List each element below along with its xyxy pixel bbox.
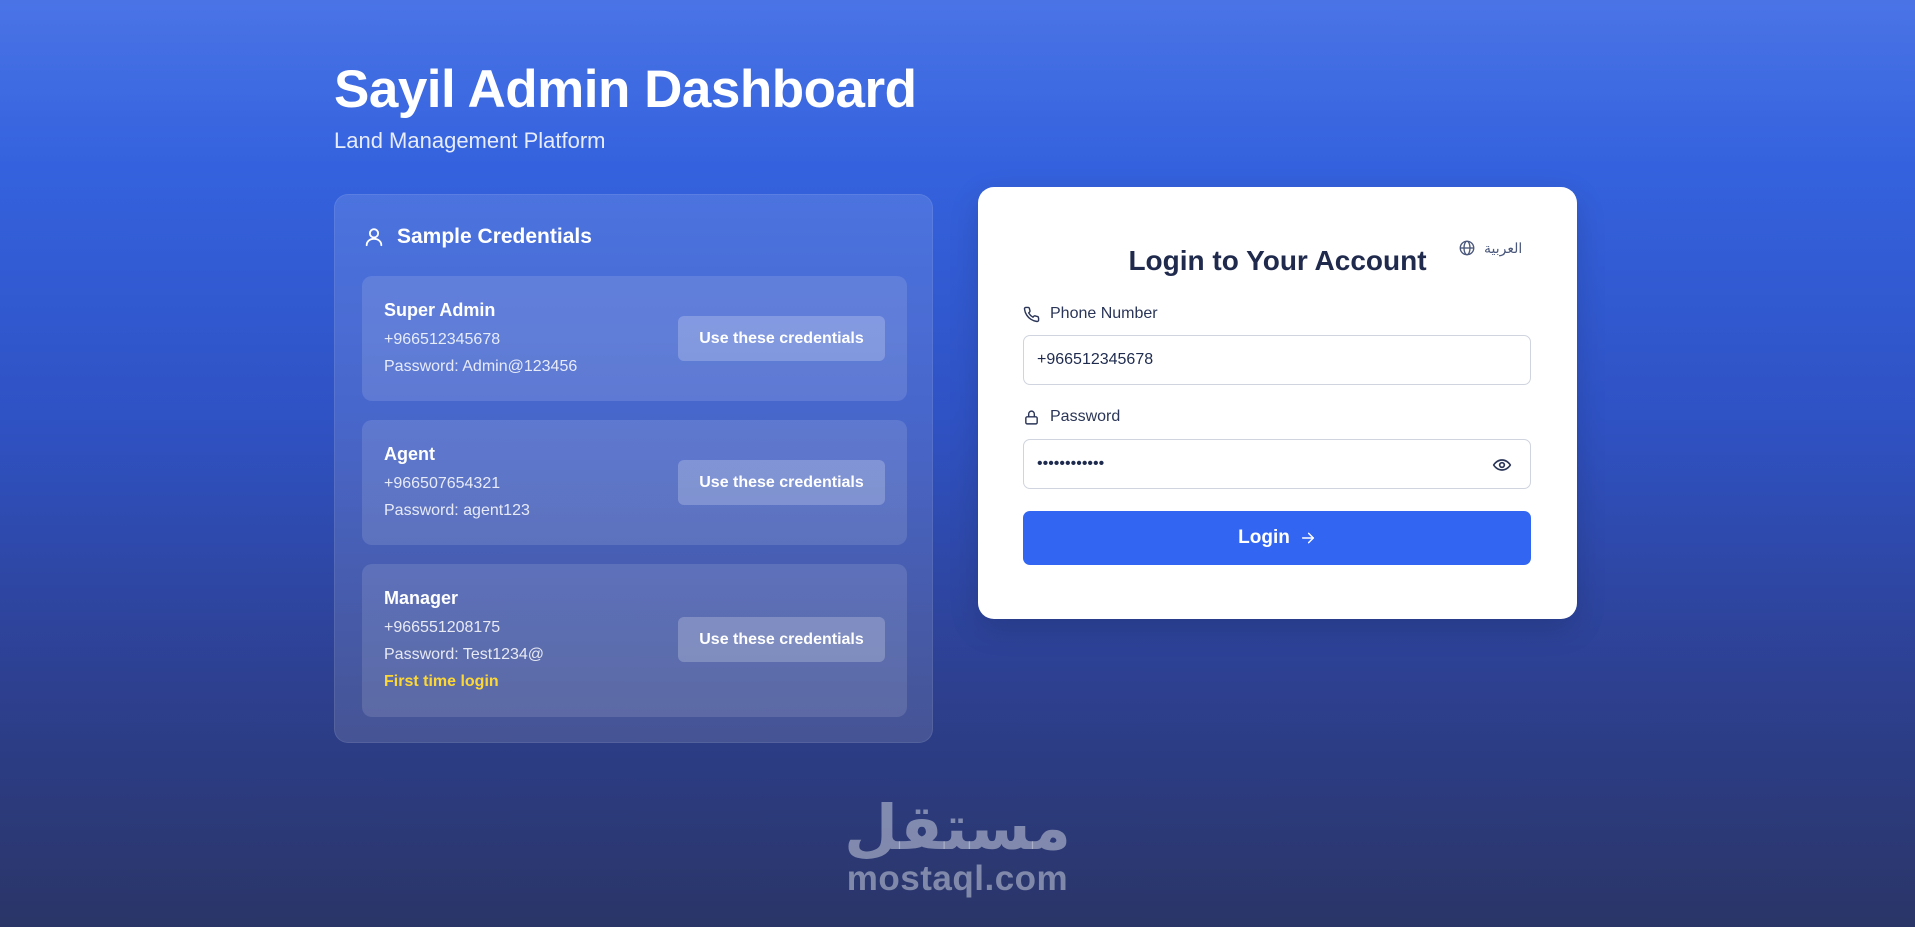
password-label: Password [1023, 408, 1120, 426]
credential-role: Manager [384, 588, 459, 608]
use-credentials-button-manager[interactable]: Use these credentials [678, 617, 885, 662]
credential-password: Password: Test1234@ [384, 646, 545, 663]
page-header: Sayil Admin Dashboard Land Management Pl… [334, 58, 917, 154]
sample-credentials-header: Sample Credentials [363, 225, 592, 249]
language-toggle[interactable]: العربية [1458, 239, 1522, 257]
watermark-logo: مستقل mostaql.com [840, 795, 1075, 897]
password-input[interactable] [1023, 439, 1531, 489]
credential-card-manager: Manager +966551208175 Password: Test1234… [362, 564, 907, 717]
use-credentials-button-super-admin[interactable]: Use these credentials [678, 316, 885, 361]
credential-phone: +966551208175 [384, 619, 501, 636]
sample-credentials-panel: Sample Credentials Super Admin +96651234… [334, 194, 933, 743]
credential-phone: +966512345678 [384, 331, 501, 348]
sample-credentials-title: Sample Credentials [397, 225, 592, 248]
language-toggle-label: العربية [1484, 239, 1523, 256]
credential-card-agent: Agent +966507654321 Password: agent123 U… [362, 420, 907, 545]
watermark-latin: mostaql.com [846, 859, 1069, 898]
eye-icon[interactable] [1492, 455, 1512, 475]
credential-phone: +966507654321 [384, 475, 501, 492]
credential-role: Agent [384, 444, 435, 464]
credential-password: Password: agent123 [384, 502, 530, 519]
credential-password: Password: Admin@123456 [384, 358, 578, 375]
lock-icon [1025, 409, 1038, 425]
phone-input[interactable] [1023, 335, 1531, 385]
phone-icon [1023, 306, 1040, 322]
watermark-arabic: مستقل [844, 791, 1071, 864]
credential-card-super-admin: Super Admin +966512345678 Password: Admi… [362, 276, 907, 401]
arrow-right-icon [1301, 532, 1314, 544]
phone-label-text: Phone Number [1050, 305, 1158, 322]
use-credentials-button-agent[interactable]: Use these credentials [678, 460, 885, 505]
login-card: Login to Your Account العربية Phone Numb… [978, 187, 1577, 619]
phone-label: Phone Number [1023, 305, 1158, 323]
login-button[interactable]: Login [1023, 511, 1531, 565]
login-button-label: Login [1238, 527, 1290, 548]
globe-icon [1459, 240, 1475, 256]
page-subtitle: Land Management Platform [334, 128, 606, 153]
first-time-login-note: First time login [384, 673, 499, 690]
credential-role: Super Admin [384, 300, 496, 320]
page-title: Sayil Admin Dashboard [334, 60, 917, 119]
user-icon [365, 228, 383, 247]
password-label-text: Password [1050, 408, 1121, 425]
